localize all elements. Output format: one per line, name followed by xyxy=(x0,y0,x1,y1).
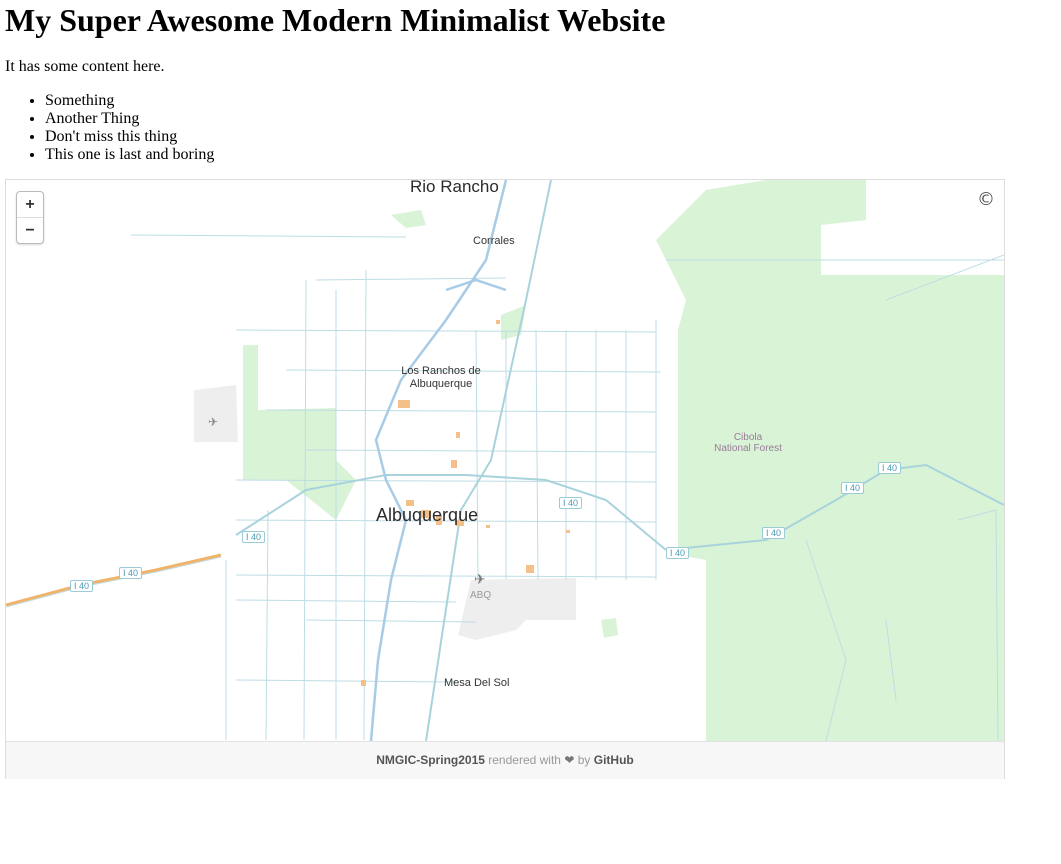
map-footer: NMGIC-Spring2015 rendered with ❤ by GitH… xyxy=(6,741,1004,779)
zoom-out-button[interactable]: − xyxy=(17,217,43,243)
content-list: Something Another Thing Don't miss this … xyxy=(5,92,1056,164)
list-item: Don't miss this thing xyxy=(45,128,1056,146)
zoom-in-button[interactable]: + xyxy=(17,192,43,217)
svg-text:✈: ✈ xyxy=(474,572,486,588)
page-title: My Super Awesome Modern Minimalist Websi… xyxy=(5,2,666,38)
label-airport: ABQ xyxy=(470,590,492,601)
interstate-shield: I 40 xyxy=(841,482,865,494)
github-link[interactable]: GitHub xyxy=(594,753,634,767)
zoom-control: + − xyxy=(16,191,44,244)
interstate-shield: I 40 xyxy=(878,462,902,474)
page-content: My Super Awesome Modern Minimalist Websi… xyxy=(0,0,1061,164)
svg-text:✈: ✈ xyxy=(208,415,218,429)
list-item: Something xyxy=(45,92,1056,110)
label-los-ranchos: Los Ranchos de Albuquerque xyxy=(401,365,481,391)
interstate-shield: I 40 xyxy=(762,527,786,539)
interstate-shield: I 40 xyxy=(666,547,690,559)
intro-text: It has some content here. xyxy=(5,58,165,75)
label-albuquerque: Albuquerque xyxy=(376,505,479,525)
interstate-shield: I 40 xyxy=(70,580,94,592)
heart-icon: ❤ xyxy=(564,753,575,767)
interstate-shield: I 40 xyxy=(119,567,143,579)
list-item: This one is last and boring xyxy=(45,146,1056,164)
interstate-shield: I 40 xyxy=(242,531,266,543)
repo-link[interactable]: NMGIC-Spring2015 xyxy=(376,753,485,767)
interstate-shield: I 40 xyxy=(559,497,583,509)
label-los-ranchos-line1: Los Ranchos de xyxy=(401,365,481,377)
label-rio-rancho: Rio Rancho xyxy=(410,180,499,196)
map-tiles: ✈ ✈ xyxy=(6,180,1004,741)
label-cibola-line1: Cibola xyxy=(733,432,763,443)
label-mesa-del-sol: Mesa Del Sol xyxy=(444,677,510,689)
attribution-icon[interactable]: © xyxy=(977,189,995,210)
map-canvas[interactable]: ✈ ✈ Rio Rancho Corrales Los Ranchos de A… xyxy=(6,180,1004,741)
label-corrales: Corrales xyxy=(473,235,515,247)
map-embed: ✈ ✈ Rio Rancho Corrales Los Ranchos de A… xyxy=(5,179,1005,779)
list-item: Another Thing xyxy=(45,110,1056,128)
label-cibola-line2: National Forest xyxy=(714,443,782,454)
label-cibola: Cibola National Forest xyxy=(708,432,788,454)
label-los-ranchos-line2: Albuquerque xyxy=(409,378,473,390)
by-text: by xyxy=(577,753,591,767)
rendered-with-text: rendered with xyxy=(488,753,561,767)
